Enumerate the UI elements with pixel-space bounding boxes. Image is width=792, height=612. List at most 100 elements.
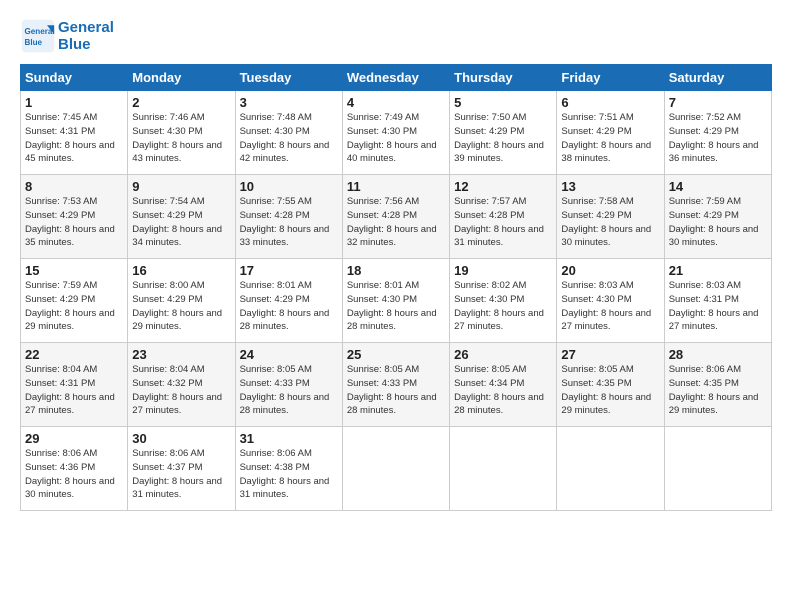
calendar-cell: 19 Sunrise: 8:02 AMSunset: 4:30 PMDaylig… (450, 259, 557, 343)
logo-icon: General Blue (20, 18, 56, 54)
calendar-cell: 5 Sunrise: 7:50 AMSunset: 4:29 PMDayligh… (450, 91, 557, 175)
day-number: 4 (347, 95, 445, 110)
day-number: 23 (132, 347, 230, 362)
logo-text: General Blue (58, 19, 114, 54)
day-info: Sunrise: 8:04 AMSunset: 4:32 PMDaylight:… (132, 363, 230, 418)
day-info: Sunrise: 8:05 AMSunset: 4:33 PMDaylight:… (240, 363, 338, 418)
weekday-header-sunday: Sunday (21, 65, 128, 91)
day-number: 30 (132, 431, 230, 446)
calendar-cell: 30 Sunrise: 8:06 AMSunset: 4:37 PMDaylig… (128, 427, 235, 511)
weekday-header-tuesday: Tuesday (235, 65, 342, 91)
calendar-cell: 17 Sunrise: 8:01 AMSunset: 4:29 PMDaylig… (235, 259, 342, 343)
day-number: 29 (25, 431, 123, 446)
day-number: 21 (669, 263, 767, 278)
day-number: 3 (240, 95, 338, 110)
day-info: Sunrise: 8:05 AMSunset: 4:35 PMDaylight:… (561, 363, 659, 418)
calendar-cell: 14 Sunrise: 7:59 AMSunset: 4:29 PMDaylig… (664, 175, 771, 259)
day-number: 7 (669, 95, 767, 110)
day-info: Sunrise: 7:48 AMSunset: 4:30 PMDaylight:… (240, 111, 338, 166)
day-number: 13 (561, 179, 659, 194)
calendar-cell: 10 Sunrise: 7:55 AMSunset: 4:28 PMDaylig… (235, 175, 342, 259)
day-info: Sunrise: 8:06 AMSunset: 4:36 PMDaylight:… (25, 447, 123, 502)
day-number: 16 (132, 263, 230, 278)
day-info: Sunrise: 8:02 AMSunset: 4:30 PMDaylight:… (454, 279, 552, 334)
calendar-week-2: 8 Sunrise: 7:53 AMSunset: 4:29 PMDayligh… (21, 175, 772, 259)
day-number: 14 (669, 179, 767, 194)
calendar-cell: 25 Sunrise: 8:05 AMSunset: 4:33 PMDaylig… (342, 343, 449, 427)
day-number: 15 (25, 263, 123, 278)
calendar-cell: 13 Sunrise: 7:58 AMSunset: 4:29 PMDaylig… (557, 175, 664, 259)
day-number: 2 (132, 95, 230, 110)
day-info: Sunrise: 7:59 AMSunset: 4:29 PMDaylight:… (669, 195, 767, 250)
day-number: 20 (561, 263, 659, 278)
day-number: 12 (454, 179, 552, 194)
logo: General Blue General Blue (20, 18, 114, 54)
day-info: Sunrise: 7:50 AMSunset: 4:29 PMDaylight:… (454, 111, 552, 166)
calendar-week-5: 29 Sunrise: 8:06 AMSunset: 4:36 PMDaylig… (21, 427, 772, 511)
day-number: 9 (132, 179, 230, 194)
calendar-cell (557, 427, 664, 511)
calendar-cell: 6 Sunrise: 7:51 AMSunset: 4:29 PMDayligh… (557, 91, 664, 175)
day-info: Sunrise: 8:03 AMSunset: 4:30 PMDaylight:… (561, 279, 659, 334)
day-info: Sunrise: 7:53 AMSunset: 4:29 PMDaylight:… (25, 195, 123, 250)
day-number: 24 (240, 347, 338, 362)
calendar-cell (450, 427, 557, 511)
day-info: Sunrise: 7:57 AMSunset: 4:28 PMDaylight:… (454, 195, 552, 250)
day-number: 8 (25, 179, 123, 194)
weekday-header-row: SundayMondayTuesdayWednesdayThursdayFrid… (21, 65, 772, 91)
day-info: Sunrise: 8:01 AMSunset: 4:30 PMDaylight:… (347, 279, 445, 334)
day-number: 28 (669, 347, 767, 362)
svg-text:Blue: Blue (25, 38, 43, 47)
day-info: Sunrise: 7:54 AMSunset: 4:29 PMDaylight:… (132, 195, 230, 250)
day-info: Sunrise: 7:59 AMSunset: 4:29 PMDaylight:… (25, 279, 123, 334)
day-number: 19 (454, 263, 552, 278)
day-info: Sunrise: 8:05 AMSunset: 4:33 PMDaylight:… (347, 363, 445, 418)
calendar-cell: 20 Sunrise: 8:03 AMSunset: 4:30 PMDaylig… (557, 259, 664, 343)
day-number: 10 (240, 179, 338, 194)
day-info: Sunrise: 8:06 AMSunset: 4:37 PMDaylight:… (132, 447, 230, 502)
calendar-cell: 11 Sunrise: 7:56 AMSunset: 4:28 PMDaylig… (342, 175, 449, 259)
calendar-cell: 8 Sunrise: 7:53 AMSunset: 4:29 PMDayligh… (21, 175, 128, 259)
calendar-week-1: 1 Sunrise: 7:45 AMSunset: 4:31 PMDayligh… (21, 91, 772, 175)
calendar-cell: 18 Sunrise: 8:01 AMSunset: 4:30 PMDaylig… (342, 259, 449, 343)
calendar-cell: 16 Sunrise: 8:00 AMSunset: 4:29 PMDaylig… (128, 259, 235, 343)
day-number: 5 (454, 95, 552, 110)
calendar-cell: 29 Sunrise: 8:06 AMSunset: 4:36 PMDaylig… (21, 427, 128, 511)
day-number: 6 (561, 95, 659, 110)
weekday-header-wednesday: Wednesday (342, 65, 449, 91)
calendar-table: SundayMondayTuesdayWednesdayThursdayFrid… (20, 64, 772, 511)
day-number: 31 (240, 431, 338, 446)
calendar-cell: 7 Sunrise: 7:52 AMSunset: 4:29 PMDayligh… (664, 91, 771, 175)
calendar-cell: 22 Sunrise: 8:04 AMSunset: 4:31 PMDaylig… (21, 343, 128, 427)
day-info: Sunrise: 8:06 AMSunset: 4:38 PMDaylight:… (240, 447, 338, 502)
calendar-cell: 28 Sunrise: 8:06 AMSunset: 4:35 PMDaylig… (664, 343, 771, 427)
calendar-cell: 23 Sunrise: 8:04 AMSunset: 4:32 PMDaylig… (128, 343, 235, 427)
day-number: 1 (25, 95, 123, 110)
calendar-cell: 27 Sunrise: 8:05 AMSunset: 4:35 PMDaylig… (557, 343, 664, 427)
calendar-cell: 4 Sunrise: 7:49 AMSunset: 4:30 PMDayligh… (342, 91, 449, 175)
calendar-cell: 24 Sunrise: 8:05 AMSunset: 4:33 PMDaylig… (235, 343, 342, 427)
day-info: Sunrise: 8:05 AMSunset: 4:34 PMDaylight:… (454, 363, 552, 418)
calendar-cell (664, 427, 771, 511)
day-info: Sunrise: 7:51 AMSunset: 4:29 PMDaylight:… (561, 111, 659, 166)
calendar-week-3: 15 Sunrise: 7:59 AMSunset: 4:29 PMDaylig… (21, 259, 772, 343)
day-info: Sunrise: 7:58 AMSunset: 4:29 PMDaylight:… (561, 195, 659, 250)
day-number: 17 (240, 263, 338, 278)
day-info: Sunrise: 7:49 AMSunset: 4:30 PMDaylight:… (347, 111, 445, 166)
day-info: Sunrise: 7:46 AMSunset: 4:30 PMDaylight:… (132, 111, 230, 166)
day-info: Sunrise: 7:56 AMSunset: 4:28 PMDaylight:… (347, 195, 445, 250)
calendar-cell: 26 Sunrise: 8:05 AMSunset: 4:34 PMDaylig… (450, 343, 557, 427)
day-number: 26 (454, 347, 552, 362)
day-info: Sunrise: 8:06 AMSunset: 4:35 PMDaylight:… (669, 363, 767, 418)
calendar-cell: 2 Sunrise: 7:46 AMSunset: 4:30 PMDayligh… (128, 91, 235, 175)
day-number: 11 (347, 179, 445, 194)
weekday-header-saturday: Saturday (664, 65, 771, 91)
weekday-header-friday: Friday (557, 65, 664, 91)
calendar-cell: 31 Sunrise: 8:06 AMSunset: 4:38 PMDaylig… (235, 427, 342, 511)
day-info: Sunrise: 8:00 AMSunset: 4:29 PMDaylight:… (132, 279, 230, 334)
weekday-header-monday: Monday (128, 65, 235, 91)
day-number: 22 (25, 347, 123, 362)
day-number: 27 (561, 347, 659, 362)
calendar-cell: 21 Sunrise: 8:03 AMSunset: 4:31 PMDaylig… (664, 259, 771, 343)
day-info: Sunrise: 7:52 AMSunset: 4:29 PMDaylight:… (669, 111, 767, 166)
